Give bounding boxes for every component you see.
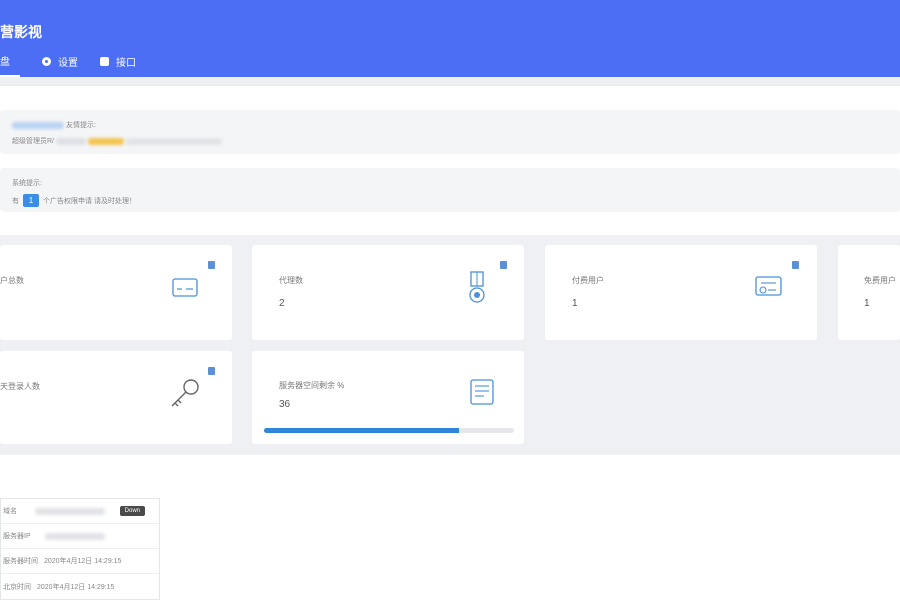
info-label: 服务器时间 [3,558,38,565]
key-icon [171,379,199,407]
notice-system-title: 系统提示: [12,180,42,187]
stat-label: 服务器空间剩余 % [279,381,345,390]
disk-space-progress [264,428,514,433]
api-icon [100,57,109,66]
delete-icon[interactable] [208,367,215,375]
stat-value: 1 [864,298,870,309]
notice-system-text: 个广告权限申请 请及时处理！ [43,198,136,205]
nav-tab-dashboard[interactable]: 盘 [0,52,20,77]
certificate-icon [755,276,782,296]
main-nav: 盘 设置 接口 [0,52,158,77]
redacted-ip [44,532,105,540]
top-header: 营影视 盘 设置 接口 [0,0,900,77]
stat-label: 代理数 [279,276,303,285]
info-value: 2020年4月12日 14:29:15 [37,583,115,591]
disk-space-progress-fill [264,428,459,433]
stat-label: 户总数 [0,276,24,285]
nav-tab-api-label: 接口 [116,58,136,69]
table-row: 域名 Down [1,499,159,524]
table-row: 服务器时间 2020年4月12日 14:29:15 [1,549,159,574]
stat-card-free-users[interactable]: 免费用户 1 [838,245,900,340]
pending-count-badge[interactable]: 1 [23,194,39,207]
notice-system: 系统提示: 有 1 个广告权限申请 请及时处理！ [0,168,900,212]
redacted-highlight [87,137,124,145]
notice-friendly-title: 友情提示: [65,122,96,129]
stat-value: 1 [572,298,578,309]
stat-card-paid-users[interactable]: 付费用户 1 [545,245,817,340]
redacted-text [55,137,86,145]
nav-tab-settings[interactable]: 设置 [42,52,78,77]
info-label: 服务器IP [3,533,31,540]
redacted-name [12,121,64,129]
notice-friendly: 友情提示: 超级管理员R/ [0,110,900,154]
delete-icon[interactable] [792,261,799,269]
document-icon [470,379,494,405]
nav-tab-settings-label: 设置 [58,58,78,69]
settings-icon [42,57,51,66]
stat-label: 付费用户 [572,276,604,285]
server-info-table: 域名 Down 服务器IP 服务器时间 2020年4月12日 14:29:15 … [0,498,160,600]
stat-value: 36 [279,399,291,410]
notice-panel [0,85,900,235]
card-icon [172,278,198,297]
stat-card-daily-logins[interactable]: 天登录人数 [0,351,232,444]
info-label: 域名 [3,508,17,515]
stat-label: 免费用户 [864,276,896,285]
info-label: 北京时间 [3,583,31,591]
nav-tab-api[interactable]: 接口 [100,52,136,77]
redacted-text [125,137,222,145]
redacted-domain [35,507,105,515]
medal-icon [469,271,485,303]
down-button[interactable]: Down [119,506,145,516]
table-row: 服务器IP [1,524,159,549]
nav-tab-dashboard-label: 盘 [0,57,10,68]
stat-card-agents[interactable]: 代理数 2 [252,245,524,340]
stat-value: 2 [279,298,285,309]
notice-system-prefix: 有 [12,198,19,205]
delete-icon[interactable] [208,261,215,269]
notice-friendly-text: 超级管理员R/ [12,138,54,145]
stat-label: 天登录人数 [0,382,40,391]
delete-icon[interactable] [500,261,507,269]
table-row: 北京时间 2020年4月12日 14:29:15 [1,574,159,599]
stat-card-users[interactable]: 户总数 [0,245,232,340]
info-value: 2020年4月12日 14:29:15 [44,558,122,565]
app-title: 营影视 [0,24,42,40]
